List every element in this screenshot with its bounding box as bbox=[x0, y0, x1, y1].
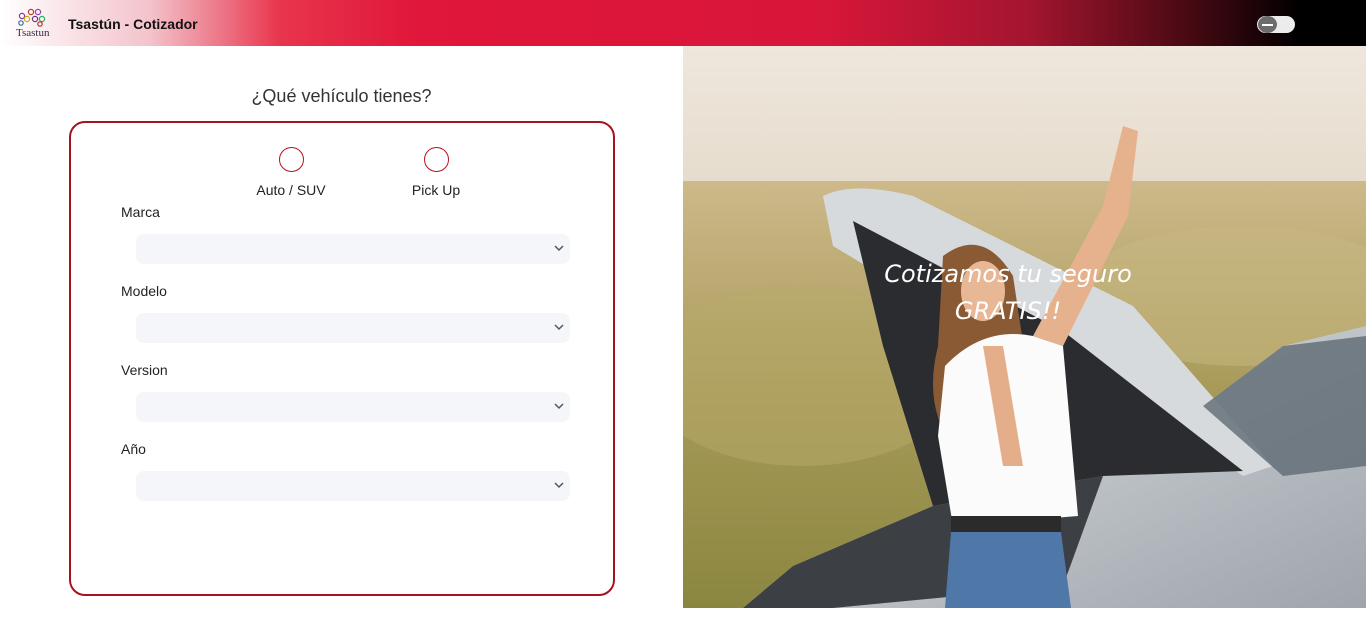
form-panel: ¿Qué vehículo tienes? Auto / SUV Pick Up… bbox=[0, 46, 683, 608]
chevron-down-icon bbox=[554, 324, 564, 331]
top-bar: Tsastun Tsastún - Cotizador bbox=[0, 0, 1366, 46]
hero-panel: Cotizamos tu seguro GRATIS!! bbox=[683, 46, 1366, 608]
hero-text: Cotizamos tu seguro GRATIS!! bbox=[884, 260, 1132, 325]
modelo-label: Modelo bbox=[121, 283, 167, 299]
page-title: ¿Qué vehículo tienes? bbox=[251, 86, 432, 106]
version-select[interactable] bbox=[136, 392, 570, 422]
radio-auto-suv[interactable] bbox=[278, 147, 304, 172]
version-label: Version bbox=[121, 362, 168, 378]
theme-toggle[interactable] bbox=[1257, 16, 1295, 33]
vehicle-type-pick-up[interactable]: Pick Up bbox=[396, 147, 476, 198]
chevron-down-icon bbox=[554, 245, 564, 252]
anio-label: Año bbox=[121, 441, 146, 457]
vehicle-form-card: Auto / SUV Pick Up Marca Modelo Version … bbox=[69, 121, 615, 596]
radio-label-pick-up[interactable]: Pick Up bbox=[396, 182, 476, 198]
modelo-select[interactable] bbox=[136, 313, 570, 343]
marca-label: Marca bbox=[121, 204, 160, 220]
marca-select[interactable] bbox=[136, 234, 570, 264]
radio-label-auto-suv[interactable]: Auto / SUV bbox=[251, 182, 331, 198]
vehicle-type-auto-suv[interactable]: Auto / SUV bbox=[251, 147, 331, 198]
radio-pick-up[interactable] bbox=[423, 147, 449, 172]
app-title: Tsastún - Cotizador bbox=[68, 16, 198, 32]
chevron-down-icon bbox=[554, 482, 564, 489]
toggle-knob[interactable] bbox=[1258, 16, 1277, 33]
anio-select[interactable] bbox=[136, 471, 570, 501]
chevron-down-icon bbox=[554, 403, 564, 410]
logo-text: Tsastun bbox=[16, 27, 50, 39]
